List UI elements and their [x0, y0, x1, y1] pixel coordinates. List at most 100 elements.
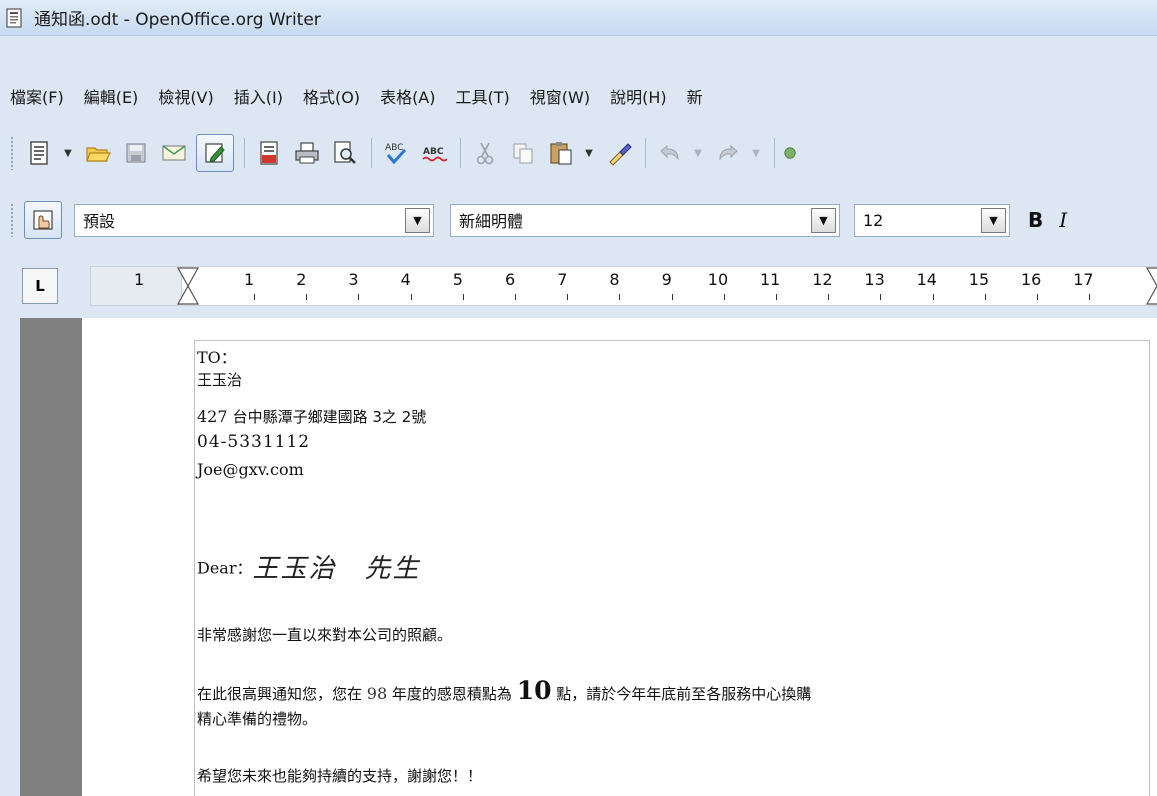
- menu-edit[interactable]: 編輯(E): [84, 84, 139, 108]
- para2-after: 點，請於今年年底前至各服務中心換購: [551, 685, 812, 703]
- autospellcheck-button[interactable]: ABC: [418, 137, 450, 169]
- paragraph-points-line2: 精心準備的禮物。: [197, 710, 318, 728]
- ruler-number: 8: [609, 270, 620, 289]
- toolbar-separator: [244, 138, 245, 168]
- ruler-number: 14: [916, 270, 937, 289]
- ruler-number: 11: [760, 270, 781, 289]
- para2-year: 98: [366, 684, 388, 703]
- toolbar-grip[interactable]: [10, 203, 14, 237]
- address-text: 台中縣潭子鄉建國路 3之 2號: [232, 408, 427, 426]
- ruler-tick: [776, 294, 777, 300]
- ruler-number: 9: [661, 270, 672, 289]
- title-bar: 通知函.odt - OpenOffice.org Writer: [0, 0, 1157, 36]
- paragraph-style-value: 預設: [83, 212, 116, 231]
- font-name-value: 新細明體: [459, 212, 524, 231]
- paragraph-style-dropdown-arrow[interactable]: ▼: [405, 207, 430, 233]
- cut-button[interactable]: [469, 137, 501, 169]
- menu-extra[interactable]: 新: [687, 84, 703, 108]
- print-preview-icon: [334, 141, 356, 164]
- recipient-name: 王玉治: [197, 371, 243, 389]
- address-line: 427 台中縣潭子鄉建國路 3之 2號: [197, 406, 426, 427]
- ruler-tick: [723, 294, 725, 300]
- ruler-number: 1: [134, 270, 145, 289]
- menu-window[interactable]: 視窗(W): [530, 84, 590, 108]
- print-icon: [295, 142, 319, 164]
- ruler-number: 7: [557, 270, 568, 289]
- hyperlink-button[interactable]: [783, 137, 797, 169]
- copy-icon: [513, 143, 533, 164]
- print-button[interactable]: [291, 137, 323, 169]
- ruler-tick: [880, 294, 882, 300]
- menu-bar: 檔案(F) 編輯(E) 檢視(V) 插入(I) 格式(O) 表格(A) 工具(T…: [0, 71, 1157, 121]
- edit-file-button[interactable]: [196, 134, 234, 172]
- redo-dropdown-arrow[interactable]: ▼: [750, 148, 762, 159]
- undo-dropdown-arrow[interactable]: ▼: [692, 148, 704, 159]
- menu-table[interactable]: 表格(A): [380, 84, 435, 108]
- bold-button[interactable]: B: [1028, 208, 1043, 232]
- toolbar-grip[interactable]: [10, 136, 14, 170]
- font-name-dropdown-arrow[interactable]: ▼: [811, 207, 836, 233]
- redo-button[interactable]: [712, 137, 744, 169]
- save-button[interactable]: [120, 137, 152, 169]
- font-size-dropdown-arrow[interactable]: ▼: [981, 207, 1006, 233]
- ruler-number: 17: [1073, 270, 1094, 289]
- font-size-value: 12: [863, 210, 884, 230]
- font-size-combo[interactable]: 12 ▼: [854, 203, 1010, 237]
- ruler-tick: [515, 294, 516, 300]
- menu-tools[interactable]: 工具(T): [456, 84, 510, 108]
- toolbar-separator: [774, 138, 775, 168]
- email-button[interactable]: [158, 137, 190, 169]
- cut-icon: [476, 142, 494, 165]
- menu-format[interactable]: 格式(O): [303, 84, 360, 108]
- ruler-area: L 1 1 2 3 4 5 6 7 8 9 10 11 12 13 14 15 16 17: [0, 258, 1157, 318]
- autospellcheck-icon: ABC: [422, 147, 447, 162]
- edit-file-icon: [205, 143, 225, 163]
- paragraph-style-combo[interactable]: 預設 ▼: [74, 203, 434, 237]
- font-name-combo[interactable]: 新細明體 ▼: [450, 203, 840, 237]
- redo-icon: [719, 144, 738, 161]
- ruler-tick: [984, 294, 986, 300]
- new-document-button[interactable]: [24, 137, 56, 169]
- toolbar-separator: [645, 138, 646, 168]
- points-value: 10: [516, 676, 552, 705]
- new-dropdown-arrow[interactable]: ▼: [62, 148, 74, 159]
- tab-type-selector[interactable]: L: [22, 268, 58, 304]
- window-title: 通知函.odt - OpenOffice.org Writer: [34, 10, 321, 30]
- salutation-line: Dear：王玉治 先生: [197, 548, 421, 585]
- undo-icon: [660, 144, 679, 161]
- copy-button[interactable]: [507, 137, 539, 169]
- menu-view[interactable]: 檢視(V): [158, 84, 213, 108]
- clone-formatting-icon: [609, 143, 632, 166]
- para2-mid: 年度的感恩積點為: [387, 685, 517, 703]
- ruler-tick: [1089, 294, 1091, 300]
- print-preview-button[interactable]: [329, 137, 361, 169]
- styles-formatting-button[interactable]: [24, 201, 62, 239]
- export-pdf-button[interactable]: [253, 137, 285, 169]
- right-indent-marker-icon[interactable]: [1145, 266, 1157, 306]
- undo-button[interactable]: [654, 137, 686, 169]
- paste-dropdown-arrow[interactable]: ▼: [583, 148, 595, 159]
- address-zip: 427: [197, 407, 233, 426]
- menu-insert[interactable]: 插入(I): [234, 84, 283, 108]
- ruler-tick: [410, 294, 412, 300]
- para2-before: 在此很高興通知您，您在: [197, 685, 367, 703]
- ruler-tick: [567, 294, 569, 300]
- svg-text:ABC: ABC: [423, 147, 444, 157]
- ruler-tick: [462, 294, 464, 300]
- dear-label: Dear：: [197, 558, 253, 578]
- clone-formatting-button[interactable]: [603, 137, 635, 169]
- open-folder-icon: [86, 147, 111, 162]
- indent-marker-icon[interactable]: [176, 266, 200, 306]
- menu-file[interactable]: 檔案(F): [10, 84, 64, 108]
- spellcheck-icon: ABC: [385, 143, 407, 165]
- email-line: Joe@gxv.com: [197, 460, 304, 479]
- styles-formatting-icon: [33, 210, 53, 230]
- menu-help[interactable]: 說明(H): [610, 84, 667, 108]
- ruler-number: 13: [864, 270, 885, 289]
- paste-button[interactable]: [545, 137, 577, 169]
- italic-button[interactable]: I: [1059, 208, 1067, 232]
- open-button[interactable]: [82, 137, 114, 169]
- paste-icon: [550, 142, 572, 165]
- spellcheck-button[interactable]: ABC: [380, 137, 412, 169]
- paragraph-closing: 希望您未來也能夠持續的支持，謝謝您！！: [197, 767, 483, 785]
